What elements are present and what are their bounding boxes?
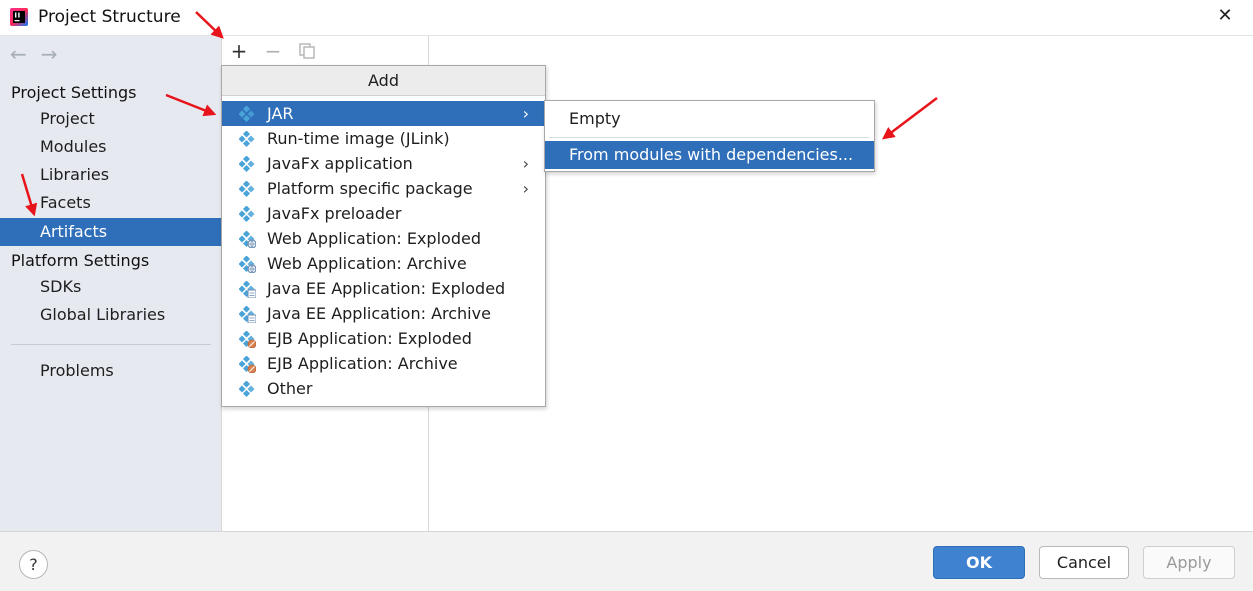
menu-item-web-application-exploded[interactable]: Web Application: Exploded xyxy=(222,226,545,251)
menu-item-ejb-application-archive[interactable]: EJB Application: Archive xyxy=(222,351,545,376)
menu-item-label: Platform specific package xyxy=(267,179,473,198)
sidebar-item-global-libraries[interactable]: Global Libraries xyxy=(0,301,221,329)
back-arrow-icon[interactable]: ← xyxy=(10,42,27,66)
ejb-artifact-icon xyxy=(238,355,257,374)
add-button[interactable]: + xyxy=(228,38,250,64)
project-settings-heading: Project Settings xyxy=(11,83,137,102)
menu-item-label: Web Application: Archive xyxy=(267,254,467,273)
web-artifact-icon xyxy=(238,255,257,274)
submenu-item-empty[interactable]: Empty xyxy=(545,105,874,133)
chevron-right-icon: › xyxy=(522,154,529,173)
forward-arrow-icon[interactable]: → xyxy=(41,42,58,66)
menu-item-ejb-application-exploded[interactable]: EJB Application: Exploded xyxy=(222,326,545,351)
sidebar-item-sdks[interactable]: SDKs xyxy=(0,273,221,301)
menu-item-label: JavaFx preloader xyxy=(267,204,402,223)
cancel-button[interactable]: Cancel xyxy=(1039,546,1129,579)
ejb-artifact-icon xyxy=(238,330,257,349)
artifact-icon xyxy=(238,155,256,173)
intellij-app-icon xyxy=(10,8,28,26)
sidebar-item-facets[interactable]: Facets xyxy=(0,189,221,217)
dialog-footer: ? OK Cancel Apply xyxy=(0,531,1253,591)
menu-item-label: Other xyxy=(267,379,313,398)
submenu-separator xyxy=(549,137,869,138)
window-title: Project Structure xyxy=(38,7,181,27)
menu-item-run-time-image-jlink[interactable]: Run-time image (JLink) xyxy=(222,126,545,151)
web-artifact-icon xyxy=(238,230,257,249)
menu-item-label: Web Application: Exploded xyxy=(267,229,481,248)
sidebar-item-artifacts[interactable]: Artifacts xyxy=(0,218,221,246)
sidebar-item-libraries[interactable]: Libraries xyxy=(0,161,221,189)
chevron-right-icon: › xyxy=(522,104,529,123)
sidebar-divider xyxy=(11,344,211,345)
chevron-right-icon: › xyxy=(522,179,529,198)
remove-button[interactable]: − xyxy=(262,38,284,64)
add-menu-header: Add xyxy=(222,66,545,96)
platform-settings-heading: Platform Settings xyxy=(11,251,150,270)
annotation-arrow-from-modules xyxy=(882,97,938,140)
nav-arrows: ← → xyxy=(10,42,58,66)
menu-item-label: Java EE Application: Archive xyxy=(267,304,491,323)
artifacts-toolbar: + − xyxy=(222,36,430,66)
help-button[interactable]: ? xyxy=(19,550,48,579)
javaee-artifact-icon xyxy=(238,280,257,299)
menu-item-javafx-application[interactable]: JavaFx application › xyxy=(222,151,545,176)
sidebar-item-project[interactable]: Project xyxy=(0,105,221,133)
title-bar: Project Structure ✕ xyxy=(0,0,1253,36)
artifact-icon xyxy=(238,380,256,398)
menu-item-platform-specific-package[interactable]: Platform specific package › xyxy=(222,176,545,201)
menu-item-label: EJB Application: Archive xyxy=(267,354,458,373)
menu-item-other[interactable]: Other xyxy=(222,376,545,401)
menu-item-label: JavaFx application xyxy=(267,154,413,173)
menu-item-web-application-archive[interactable]: Web Application: Archive xyxy=(222,251,545,276)
sidebar-item-problems[interactable]: Problems xyxy=(0,357,221,385)
menu-item-java-ee-application-exploded[interactable]: Java EE Application: Exploded xyxy=(222,276,545,301)
sidebar-item-modules[interactable]: Modules xyxy=(0,133,221,161)
ok-button[interactable]: OK xyxy=(933,546,1025,579)
menu-item-label: Run-time image (JLink) xyxy=(267,129,450,148)
artifact-icon xyxy=(238,205,256,223)
menu-item-jar[interactable]: JAR › xyxy=(222,101,545,126)
menu-item-javafx-preloader[interactable]: JavaFx preloader xyxy=(222,201,545,226)
menu-item-label: EJB Application: Exploded xyxy=(267,329,472,348)
javaee-artifact-icon xyxy=(238,305,257,324)
menu-item-java-ee-application-archive[interactable]: Java EE Application: Archive xyxy=(222,301,545,326)
menu-item-label: JAR xyxy=(267,104,294,123)
apply-button[interactable]: Apply xyxy=(1143,546,1235,579)
copy-icon[interactable] xyxy=(298,42,316,60)
artifact-icon xyxy=(238,105,256,123)
artifact-icon xyxy=(238,180,256,198)
jar-submenu: Empty From modules with dependencies... xyxy=(544,100,875,172)
artifact-icon xyxy=(238,130,256,148)
menu-item-label: Java EE Application: Exploded xyxy=(267,279,506,298)
submenu-item-from-modules[interactable]: From modules with dependencies... xyxy=(545,141,874,169)
sidebar: ← → Project Settings Project Modules Lib… xyxy=(0,36,221,531)
add-menu-popup: Add JAR › Run-time image (JLink) JavaFx app… xyxy=(221,65,546,407)
close-icon[interactable]: ✕ xyxy=(1213,4,1237,28)
